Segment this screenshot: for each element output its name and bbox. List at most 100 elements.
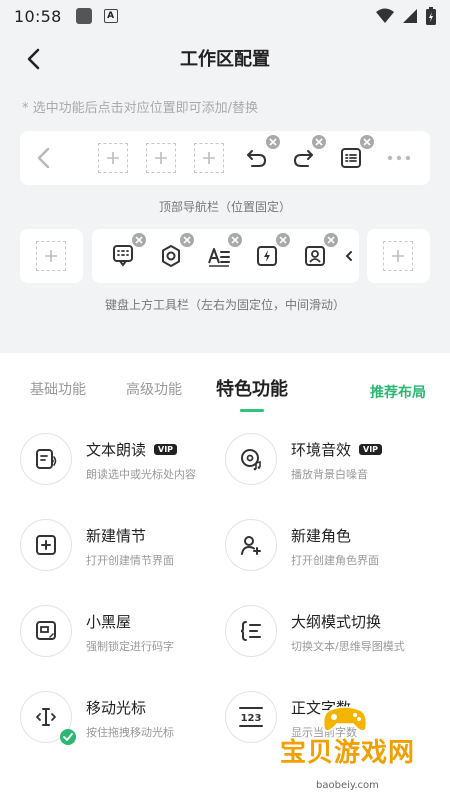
remove-badge[interactable] <box>276 233 290 247</box>
plus-icon <box>45 250 57 262</box>
undo-tool[interactable] <box>242 143 272 173</box>
feature-icon-circle: 123 <box>225 691 277 743</box>
empty-slot[interactable] <box>383 241 413 271</box>
dark-room-icon <box>36 621 56 640</box>
more-slot[interactable] <box>384 143 414 173</box>
tab-basic[interactable]: 基础功能 <box>30 379 86 399</box>
list-icon <box>341 148 361 168</box>
feature-icon-circle <box>20 433 72 485</box>
watermark-text: 宝贝游戏网 <box>280 738 416 768</box>
remove-badge[interactable] <box>228 233 242 247</box>
close-icon <box>183 236 191 244</box>
remove-badge[interactable] <box>266 135 280 149</box>
back-button[interactable] <box>18 44 48 74</box>
battery-icon <box>426 7 436 25</box>
feature-title: 新建情节 <box>86 527 147 545</box>
flash-tool[interactable] <box>252 241 282 271</box>
feature-title: 大纲模式切换 <box>291 613 382 631</box>
feature-icon-circle <box>225 519 277 571</box>
feature-read-aloud[interactable]: 文本朗读 VIP 朗读选中或光标处内容 <box>20 433 220 493</box>
redo-icon <box>293 150 313 167</box>
empty-slot[interactable] <box>146 143 176 173</box>
wifi-icon <box>376 8 394 23</box>
chevron-left-icon <box>37 147 50 169</box>
selected-check-icon <box>60 729 76 745</box>
plus-icon <box>392 250 404 262</box>
feature-title: 新建角色 <box>291 527 352 545</box>
remove-badge[interactable] <box>180 233 194 247</box>
page-title: 工作区配置 <box>180 49 270 70</box>
feature-move-cursor[interactable]: 移动光标 按住拖拽移动光标 <box>20 691 220 751</box>
close-icon <box>279 236 287 244</box>
new-character-icon <box>241 536 261 555</box>
nav-back-slot[interactable] <box>28 143 58 173</box>
keyboard-right-fixed-slot <box>367 229 430 283</box>
list-tool[interactable] <box>336 143 366 173</box>
feature-title: 小黑屋 <box>86 613 132 631</box>
ambient-sound-icon <box>241 449 261 471</box>
top-nav-caption: 顶部导航栏（位置固定） <box>158 200 291 214</box>
close-icon <box>269 138 277 146</box>
chevron-left-icon <box>27 48 40 70</box>
empty-slot[interactable] <box>194 143 224 173</box>
vip-badge: VIP <box>154 444 178 455</box>
top-nav-config-bar <box>20 131 430 185</box>
hexagon-settings-icon <box>162 245 180 267</box>
undo-icon <box>247 150 267 167</box>
close-icon <box>327 236 335 244</box>
instruction-hint: * 选中功能后点击对应位置即可添加/替换 <box>22 101 259 116</box>
feature-subtitle: 打开创建角色界面 <box>291 554 379 567</box>
site-watermark: 宝贝游戏网 baobeiy.com <box>272 700 422 800</box>
remove-badge[interactable] <box>132 233 146 247</box>
keyboard-scroll-toolbar[interactable] <box>92 229 359 283</box>
status-time: 10:58 <box>14 6 62 26</box>
status-bar: 10:58 A <box>0 0 450 32</box>
keyboard-bar-caption: 键盘上方工具栏（左右为固定位，中间滑动） <box>104 298 345 312</box>
tab-advanced[interactable]: 高级功能 <box>126 379 182 399</box>
plus-icon <box>107 152 119 164</box>
read-aloud-icon <box>36 449 57 469</box>
feature-icon-circle <box>20 605 72 657</box>
gamepad-icon <box>322 706 368 732</box>
character-card-tool[interactable] <box>300 241 330 271</box>
feature-subtitle: 打开创建情节界面 <box>86 554 174 567</box>
feature-subtitle: 按住拖拽移动光标 <box>86 726 174 739</box>
feature-subtitle: 朗读选中或光标处内容 <box>86 468 196 481</box>
feature-ambient-sound[interactable]: 环境音效 VIP 播放背景白噪音 <box>225 433 425 493</box>
notification-icon <box>75 8 92 24</box>
word-count-icon: 123 <box>239 707 263 727</box>
tab-featured[interactable]: 特色功能 <box>216 375 288 401</box>
feature-dark-room[interactable]: 小黑屋 强制锁定进行码字 <box>20 605 220 665</box>
feature-tabs: 基础功能 高级功能 特色功能 推荐布局 <box>0 353 450 413</box>
keyboard-tool[interactable] <box>108 241 138 271</box>
feature-title: 移动光标 <box>86 699 147 717</box>
close-icon <box>363 138 371 146</box>
move-cursor-icon <box>36 708 56 726</box>
redo-tool[interactable] <box>288 143 318 173</box>
text-format-tool[interactable] <box>204 241 234 271</box>
title-bar: 工作区配置 <box>0 36 450 80</box>
remove-badge[interactable] <box>312 135 326 149</box>
remove-badge[interactable] <box>324 233 338 247</box>
hexagon-tool[interactable] <box>156 241 186 271</box>
recommend-layout-button[interactable]: 推荐布局 <box>370 382 426 402</box>
remove-badge[interactable] <box>360 135 374 149</box>
feature-icon-circle <box>225 433 277 485</box>
active-tab-indicator <box>240 409 264 412</box>
feature-outline-mode[interactable]: 大纲模式切换 切换文本/思维导图模式 <box>225 605 425 665</box>
character-card-icon <box>305 246 325 266</box>
outline-mode-icon <box>240 621 261 641</box>
feature-new-character[interactable]: 新建角色 打开创建角色界面 <box>225 519 425 579</box>
empty-slot[interactable] <box>36 241 66 271</box>
plus-icon <box>155 152 167 164</box>
signal-icon <box>403 9 417 23</box>
flash-card-icon <box>257 246 277 266</box>
feature-new-plot[interactable]: 新建情节 打开创建情节界面 <box>20 519 220 579</box>
feature-subtitle: 切换文本/思维导图模式 <box>291 640 405 653</box>
empty-slot[interactable] <box>98 143 128 173</box>
new-plot-icon <box>36 535 56 555</box>
feature-subtitle: 播放背景白噪音 <box>291 468 368 481</box>
scroll-more-indicator <box>342 241 356 271</box>
feature-title: 环境音效 VIP <box>291 439 383 460</box>
chevron-left-icon <box>345 251 352 261</box>
